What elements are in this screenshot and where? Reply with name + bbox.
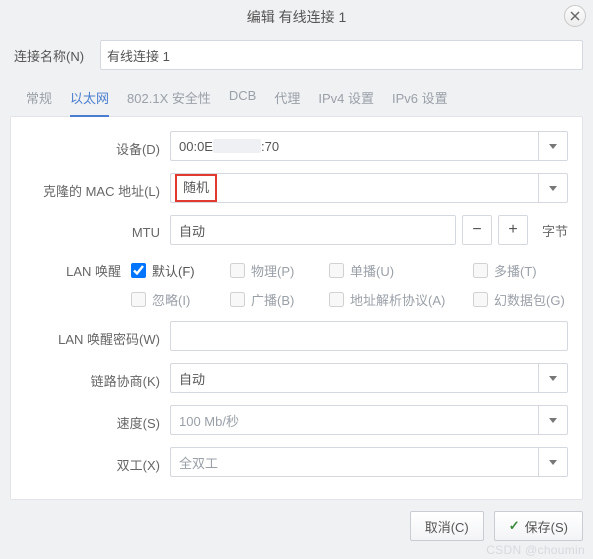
wol-ignore-checkbox[interactable]: 忽略(I) [131,290,226,309]
tab-general[interactable]: 常规 [26,88,52,117]
mtu-input[interactable]: 自动 [170,215,456,245]
checkbox-input[interactable] [329,263,344,278]
checkbox-label: 忽略(I) [152,290,190,309]
wol-password-label: LAN 唤醒密码(W) [25,324,170,348]
window-title: 编辑 有线连接 1 [247,9,347,25]
clone-mac-value: 随机 [175,174,217,202]
connection-name-label: 连接名称(N) [10,46,100,65]
clone-mac-input[interactable]: 随机 [170,173,538,203]
link-negotiation-combo[interactable]: 自动 [170,363,568,393]
save-button[interactable]: ✓ 保存(S) [494,511,583,541]
speed-combo[interactable]: 100 Mb/秒 [170,405,568,435]
duplex-combo[interactable]: 全双工 [170,447,568,477]
wol-magic-checkbox[interactable]: 幻数据包(G) [473,290,568,309]
duplex-input[interactable]: 全双工 [170,447,538,477]
tab-ethernet[interactable]: 以太网 [70,88,109,117]
wol-arp-checkbox[interactable]: 地址解析协议(A) [329,290,469,309]
device-combo[interactable]: 00:0E :70 [170,131,568,161]
checkbox-input[interactable] [473,263,488,278]
cancel-button[interactable]: 取消(C) [410,511,484,541]
checkbox-label: 地址解析协议(A) [350,290,445,309]
device-label: 设备(D) [25,134,170,158]
link-negotiation-label: 链路协商(K) [25,366,170,390]
mtu-unit: 字节 [542,221,568,240]
tab-security[interactable]: 802.1X 安全性 [127,88,211,117]
checkbox-label: 多播(T) [494,261,537,280]
duplex-dropdown-button[interactable] [538,447,568,477]
speed-label: 速度(S) [25,408,170,432]
checkbox-input[interactable] [131,263,146,278]
chevron-down-icon [549,376,557,381]
link-negotiation-input[interactable]: 自动 [170,363,538,393]
wol-default-checkbox[interactable]: 默认(F) [131,261,226,280]
device-input[interactable]: 00:0E :70 [170,131,538,161]
wol-password-input[interactable] [170,321,568,351]
checkbox-label: 物理(P) [251,261,294,280]
checkbox-input[interactable] [473,292,488,307]
clone-mac-dropdown-button[interactable] [538,173,568,203]
mtu-increment-button[interactable]: + [498,215,528,245]
tab-ipv6[interactable]: IPv6 设置 [392,88,448,117]
checkbox-label: 广播(B) [251,290,294,309]
close-button[interactable] [564,5,586,27]
device-value-masked [213,139,261,153]
clone-mac-label: 克隆的 MAC 地址(L) [25,176,170,200]
duplex-label: 双工(X) [25,450,170,474]
checkbox-label: 幻数据包(G) [494,290,565,309]
ethernet-panel: 设备(D) 00:0E :70 克隆的 MAC 地址(L) [10,116,583,500]
checkbox-input[interactable] [230,292,245,307]
wol-multicast-checkbox[interactable]: 多播(T) [473,261,568,280]
chevron-down-icon [549,460,557,465]
checkbox-input[interactable] [230,263,245,278]
checkbox-input[interactable] [131,292,146,307]
connection-name-input[interactable]: 有线连接 1 [100,40,583,70]
checkbox-input[interactable] [329,292,344,307]
mtu-label: MTU [25,220,170,240]
mtu-decrement-button[interactable]: − [462,215,492,245]
tab-ipv4[interactable]: IPv4 设置 [318,88,374,117]
clone-mac-combo[interactable]: 随机 [170,173,568,203]
speed-dropdown-button[interactable] [538,405,568,435]
checkbox-label: 默认(F) [152,261,195,280]
device-value-suffix: :70 [261,139,279,154]
wol-label: LAN 唤醒 [25,257,131,280]
checkbox-label: 单播(U) [350,261,394,280]
check-icon: ✓ [509,518,520,534]
watermark: CSDN @choumin [486,543,585,557]
device-dropdown-button[interactable] [538,131,568,161]
speed-input[interactable]: 100 Mb/秒 [170,405,538,435]
tab-bar: 常规 以太网 802.1X 安全性 DCB 代理 IPv4 设置 IPv6 设置 [10,80,583,117]
wol-phy-checkbox[interactable]: 物理(P) [230,261,325,280]
connection-name-value: 有线连接 1 [107,46,170,65]
chevron-down-icon [549,144,557,149]
wol-broadcast-checkbox[interactable]: 广播(B) [230,290,325,309]
chevron-down-icon [549,418,557,423]
wol-unicast-checkbox[interactable]: 单播(U) [329,261,469,280]
device-value-prefix: 00:0E [179,139,213,154]
save-label: 保存(S) [525,517,568,536]
cancel-label: 取消(C) [425,517,469,536]
chevron-down-icon [549,186,557,191]
link-negotiation-dropdown-button[interactable] [538,363,568,393]
tab-proxy[interactable]: 代理 [274,88,300,117]
wol-options: 默认(F) 物理(P) 单播(U) 多播(T) 忽略(I) [131,257,568,309]
close-icon [570,11,580,21]
tab-dcb[interactable]: DCB [229,88,256,117]
